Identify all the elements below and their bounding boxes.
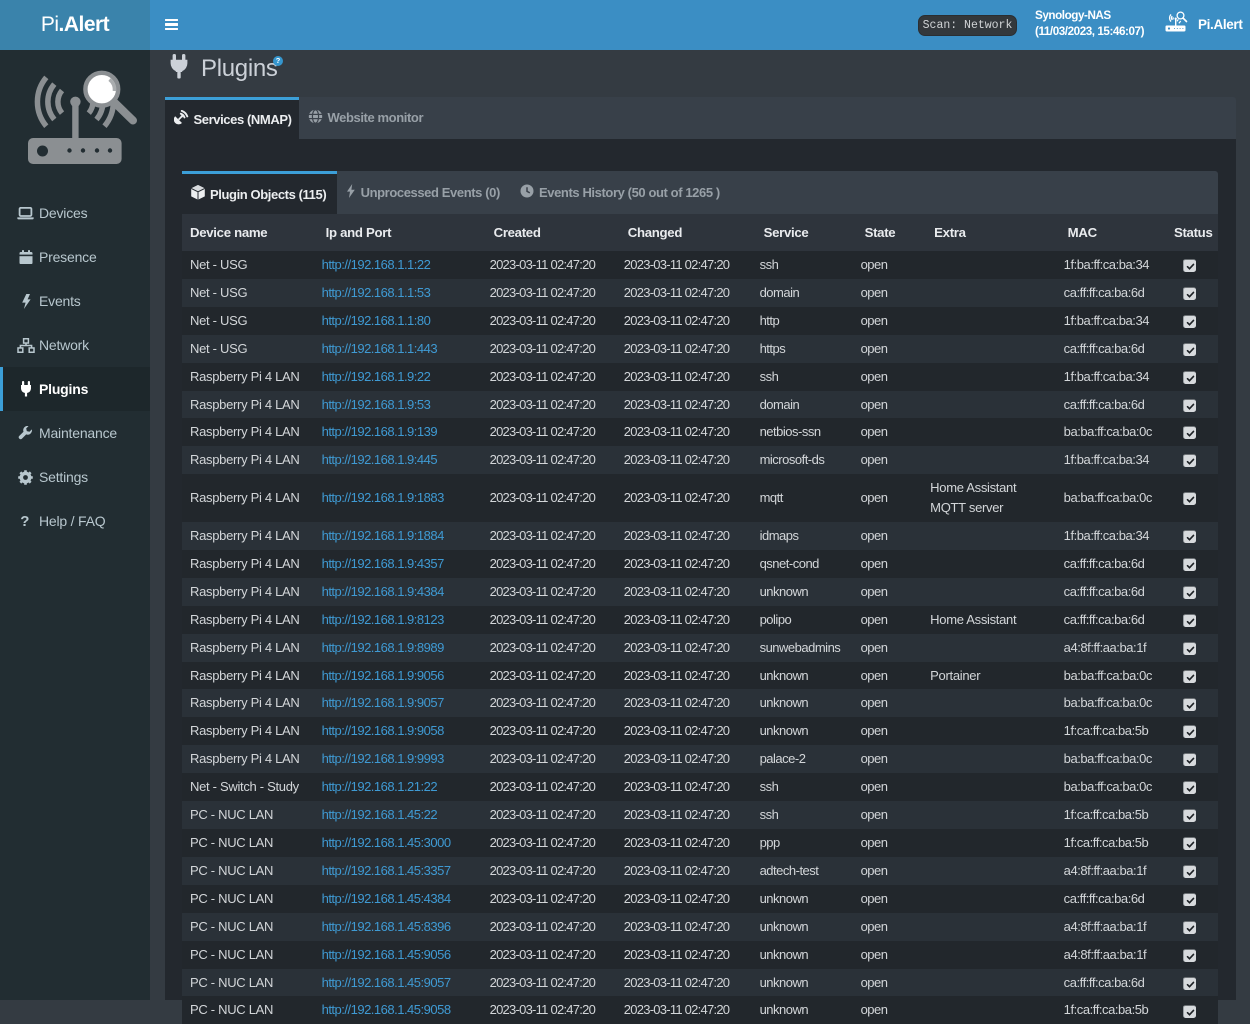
svg-text:?: ? (20, 513, 29, 529)
